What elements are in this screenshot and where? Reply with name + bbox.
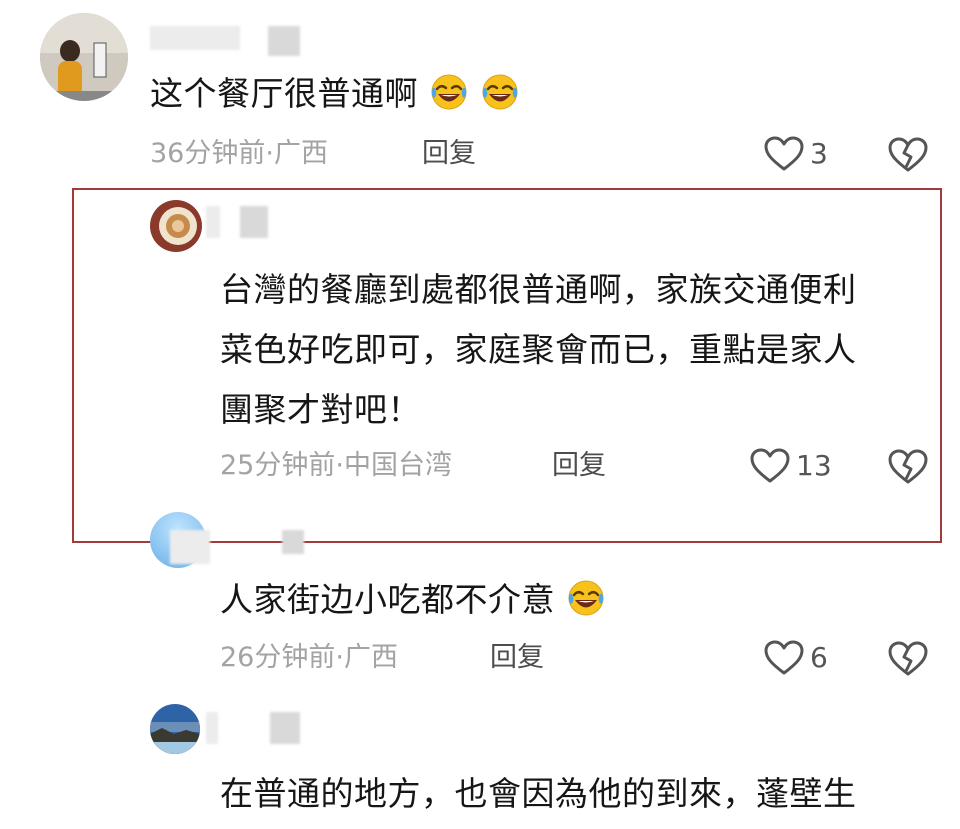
like-button[interactable]: 3 [764, 136, 828, 172]
username-redacted[interactable] [206, 206, 220, 238]
broken-heart-icon[interactable] [888, 641, 928, 677]
like-button[interactable]: 6 [764, 640, 828, 676]
avatar-photo [150, 704, 200, 754]
username-redacted[interactable] [206, 712, 218, 744]
like-count: 6 [810, 641, 828, 674]
heart-outline-icon [750, 448, 790, 484]
broken-heart-icon[interactable] [888, 137, 928, 173]
username-redacted [270, 712, 300, 744]
heart-outline-icon [764, 136, 804, 172]
avatar[interactable] [40, 13, 128, 101]
avatar[interactable] [150, 200, 202, 252]
username-redacted [268, 26, 300, 56]
like-button[interactable]: 13 [750, 448, 832, 484]
username-redacted[interactable] [170, 530, 210, 564]
laugh-cry-emoji-icon [480, 71, 520, 111]
comment-text-line: 菜色好吃即可，家庭聚會而已，重點是家人 [220, 330, 857, 369]
comment-text: 人家街边小吃都不介意 [220, 572, 606, 628]
like-count: 3 [810, 137, 828, 170]
username-redacted [282, 530, 304, 554]
comment-meta: 36分钟前·广西 [150, 138, 328, 169]
reply-button[interactable]: 回复 [552, 448, 606, 484]
comment-text: 在普通的地方，也會因為他的到來，蓬壁生 [220, 774, 857, 813]
like-count: 13 [796, 449, 832, 482]
username-redacted[interactable] [150, 26, 240, 50]
comment-text-line: 台灣的餐廳到處都很普通啊，家族交通便利 [220, 270, 857, 309]
laugh-cry-emoji-icon [429, 71, 469, 111]
broken-heart-icon[interactable] [888, 449, 928, 485]
comment-meta: 26分钟前·广西 [220, 642, 398, 673]
avatar-photo [150, 200, 202, 252]
avatar[interactable] [150, 704, 200, 754]
laugh-cry-emoji-icon [566, 577, 606, 617]
username-redacted [240, 206, 268, 238]
comment-text-line: 團聚才對吧！ [220, 390, 421, 429]
heart-outline-icon [764, 640, 804, 676]
reply-button[interactable]: 回复 [422, 136, 476, 172]
reply-button[interactable]: 回复 [490, 640, 544, 676]
comment-meta: 25分钟前·中国台湾 [220, 450, 452, 481]
comment-text: 这个餐厅很普通啊 [150, 66, 520, 122]
avatar-photo [40, 13, 128, 101]
